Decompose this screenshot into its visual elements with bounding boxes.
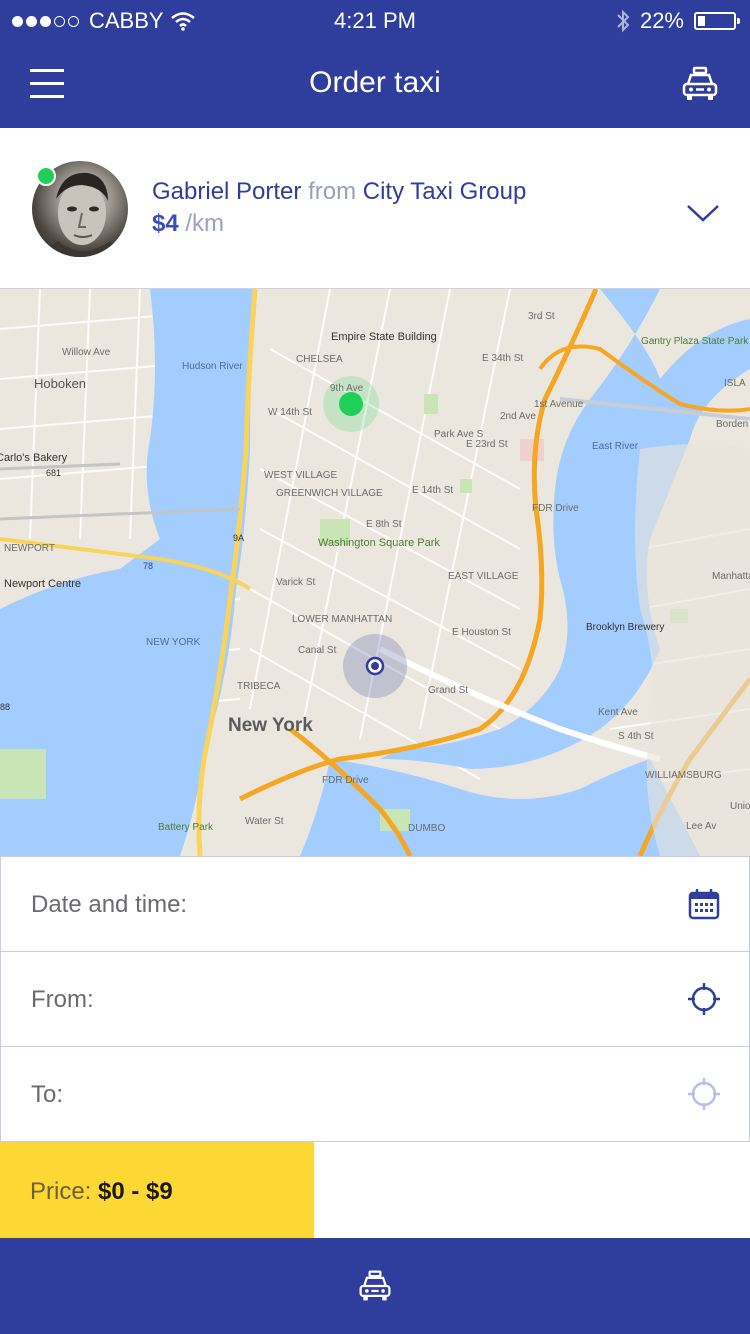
map-label-88: 88 xyxy=(0,702,10,712)
map-label-e-14th: E 14th St xyxy=(412,485,453,496)
map-label-williamsburg: WILLIAMSBURG xyxy=(645,770,722,781)
map-label-west-village: WEST VILLAGE xyxy=(264,470,338,481)
rate-unit: /km xyxy=(185,210,225,237)
map-label-dumbo: DUMBO xyxy=(408,823,445,834)
driver-company: City Taxi Group xyxy=(362,178,527,205)
map-label-second-ave: 2nd Ave xyxy=(500,411,536,422)
map-label-gantry-plaza: Gantry Plaza State Park xyxy=(641,336,749,347)
map-label-washington-square: Washington Square Park xyxy=(318,537,440,549)
price-value: $0 - $9 xyxy=(98,1178,173,1205)
map-label-new-york: New York xyxy=(228,715,313,736)
map-canvas[interactable]: Hoboken Carlo's Bakery 681 NEWPORT Newpo… xyxy=(0,289,750,856)
map-label-e-34th: E 34th St xyxy=(482,353,523,364)
driver-name: Gabriel Porter xyxy=(152,178,302,205)
map-label-isla: ISLA xyxy=(724,378,746,389)
from-label: From: xyxy=(31,986,94,1013)
map-label-hoboken: Hoboken xyxy=(34,376,86,391)
online-status-indicator xyxy=(36,166,56,186)
status-bar: CABBY 4:21 PM 22% xyxy=(0,0,750,42)
map-label-tribeca: TRIBECA xyxy=(237,681,281,692)
map-label-brooklyn-brewery: Brooklyn Brewery xyxy=(586,622,664,633)
chevron-down-icon[interactable] xyxy=(686,196,720,230)
map-label-e-23rd: E 23rd St xyxy=(466,439,508,450)
map-label-9a: 9A xyxy=(233,533,244,543)
battery-percent: 22% xyxy=(639,8,684,33)
map-label-lower-manhattan: LOWER MANHATTAN xyxy=(292,614,392,625)
map-label-union-ave: Union Ave xyxy=(730,801,750,812)
map-label-grand-st: Grand St xyxy=(428,685,468,696)
map-label-borden: Borden xyxy=(716,419,748,430)
rate-price: $4 xyxy=(152,210,179,237)
driver-rate: $4 /km xyxy=(152,210,224,238)
map-label-newport-centre: Newport Centre xyxy=(4,578,81,590)
price-label: Price: xyxy=(30,1178,92,1205)
map-label-east-village: EAST VILLAGE xyxy=(448,571,519,582)
map-label-east-river: East River xyxy=(592,441,639,452)
map-label-battery-park: Battery Park xyxy=(158,822,214,833)
map-label-kent-ave: Kent Ave xyxy=(598,707,638,718)
map-label-e-houston: E Houston St xyxy=(452,627,511,638)
map-label-manhattan-ave: Manhattan Ave xyxy=(712,571,750,582)
taxi-icon[interactable] xyxy=(680,64,720,104)
to-label: To: xyxy=(31,1081,64,1108)
crosshair-icon[interactable] xyxy=(687,1077,721,1111)
map-label-lee-av: Lee Av xyxy=(686,821,716,832)
taxi-icon xyxy=(359,1270,391,1301)
map-view[interactable]: Hoboken Carlo's Bakery 681 NEWPORT Newpo… xyxy=(0,289,750,856)
map-label-fdr-drive: FDR Drive xyxy=(322,775,369,786)
map-label-newport: NEWPORT xyxy=(4,543,55,554)
map-label-w-14th: W 14th St xyxy=(268,407,312,418)
map-label-ninth-ave: 9th Ave xyxy=(330,383,364,394)
status-right: 22% xyxy=(616,8,740,34)
map-label-chelsea: CHELSEA xyxy=(296,354,343,365)
map-label-hudson-river: Hudson River xyxy=(182,361,243,372)
battery-icon xyxy=(694,12,740,30)
map-label-canal-st: Canal St xyxy=(298,645,337,656)
from-word: from xyxy=(308,178,357,205)
driver-info: Gabriel Porter from City Taxi Group xyxy=(152,178,526,206)
price-estimate: Price: $0 - $9 xyxy=(0,1142,314,1238)
date-time-field[interactable]: Date and time: xyxy=(0,856,750,952)
date-time-label: Date and time: xyxy=(31,891,188,918)
map-label-third-st: 3rd St xyxy=(528,311,555,322)
to-field[interactable]: To: xyxy=(0,1046,750,1142)
map-label-water-st: Water St xyxy=(245,816,284,827)
map-label-78: 78 xyxy=(143,561,153,571)
map-label-first-avenue: 1st Avenue xyxy=(534,399,584,410)
map-label-carlos-bakery: Carlo's Bakery xyxy=(0,452,68,464)
map-label-varick-st: Varick St xyxy=(276,577,315,588)
crosshair-icon[interactable] xyxy=(687,982,721,1016)
map-label-empire-state: Empire State Building xyxy=(331,331,437,343)
page-title: Order taxi xyxy=(309,66,441,99)
from-field[interactable]: From: xyxy=(0,951,750,1047)
map-label-park-ave: Park Ave S xyxy=(434,429,484,440)
map-label-s-4th: S 4th St xyxy=(618,731,654,742)
price-text: Price: $0 - $9 xyxy=(30,1178,173,1206)
nav-bar: Order taxi xyxy=(0,42,750,128)
bluetooth-icon xyxy=(617,9,630,33)
calendar-icon[interactable] xyxy=(687,887,721,921)
map-label-e-8th: E 8th St xyxy=(366,519,402,530)
map-label-new-york-river: NEW YORK xyxy=(146,637,201,648)
order-taxi-button[interactable] xyxy=(0,1238,750,1334)
map-label-greenwich-village: GREENWICH VILLAGE xyxy=(276,488,383,499)
map-label-willow-ave: Willow Ave xyxy=(62,347,111,358)
map-label-681: 681 xyxy=(46,468,61,478)
map-label-fdr-drive-2: FDR Drive xyxy=(532,503,579,514)
